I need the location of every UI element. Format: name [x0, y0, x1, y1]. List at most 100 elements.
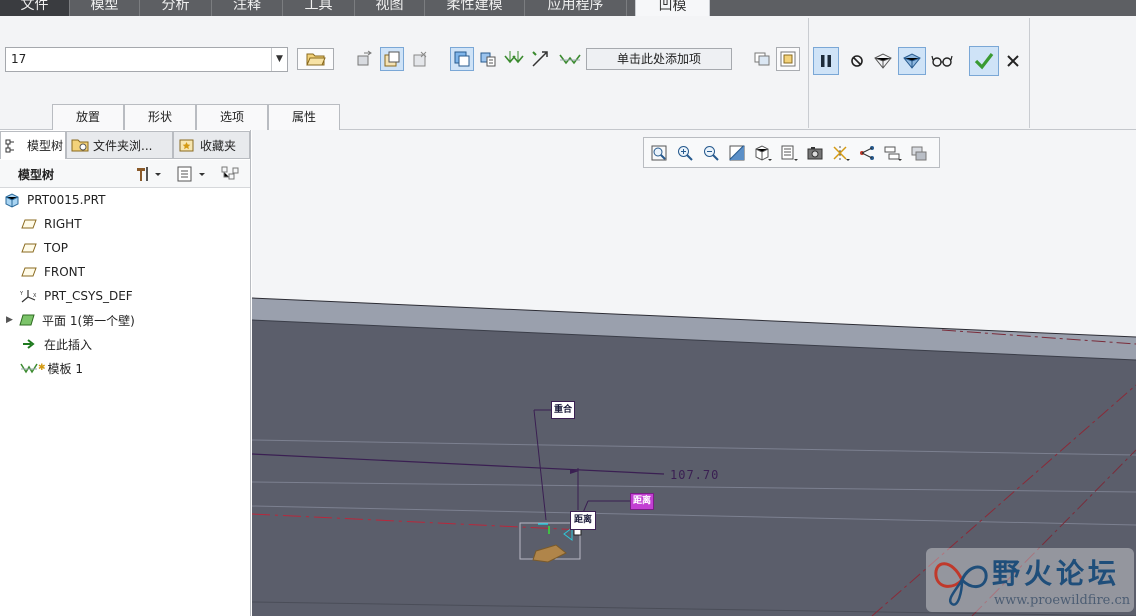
tree-item-label: 在此插入 — [44, 337, 93, 352]
tree-item-label: FRONT — [44, 265, 85, 279]
toolbar-divider — [808, 18, 809, 128]
no-preview-button[interactable] — [845, 49, 869, 73]
calculation-button[interactable] — [476, 47, 500, 71]
butterfly-logo-icon — [934, 562, 988, 606]
tree-item-right[interactable]: RIGHT — [0, 213, 250, 235]
tree-item-front[interactable]: FRONT — [0, 261, 250, 283]
zoom-out-button[interactable] — [700, 142, 722, 164]
pause-button[interactable] — [813, 47, 839, 75]
saved-views-icon — [755, 145, 772, 161]
tree-filter-button[interactable] — [218, 162, 242, 186]
model-canvas[interactable]: 107.70 — [252, 130, 1136, 616]
tree-item-top[interactable]: TOP — [0, 237, 250, 259]
tree-item-label: PRT_CSYS_DEF — [44, 289, 133, 303]
toolbar-divider — [1029, 18, 1030, 128]
in-graphics-toolbar — [643, 137, 940, 168]
tab-model-tree[interactable]: 模型树 — [0, 131, 66, 159]
extrude-direction-button[interactable] — [502, 47, 526, 71]
tree-item-csys[interactable]: Y X PRT_CSYS_DEF — [0, 285, 250, 307]
subtab-placement[interactable]: 放置 — [52, 104, 124, 130]
tree-item-label: TOP — [44, 241, 69, 255]
display-style-button[interactable] — [908, 142, 930, 164]
model-tree-icon — [5, 139, 14, 152]
punch-model-button[interactable] — [408, 47, 432, 71]
reference-dropdown[interactable]: 17 ▼ — [5, 47, 288, 72]
subtab-shape[interactable]: 形状 — [124, 104, 196, 130]
tab-favorites[interactable]: 收藏夹 — [173, 131, 250, 159]
refit-icon — [651, 145, 667, 161]
tab-view[interactable]: 视图 — [355, 0, 425, 16]
svg-text:X: X — [33, 293, 37, 299]
constraint-tag-coincident[interactable]: 重合 — [551, 401, 575, 419]
tab-file[interactable]: 文件 — [0, 0, 70, 16]
show-dropdown-button[interactable] — [172, 162, 210, 186]
annotation-display-button[interactable] — [856, 142, 878, 164]
zoom-in-button[interactable] — [674, 142, 696, 164]
tab-annotate[interactable]: 注释 — [212, 0, 283, 16]
constraint-tag-distance-active[interactable]: 距离 — [630, 493, 654, 510]
sheetmetal-wall-icon — [18, 312, 36, 328]
tab-model[interactable]: 模型 — [70, 0, 140, 16]
cancel-button[interactable] — [1001, 49, 1025, 73]
reference-value: 17 — [11, 52, 27, 66]
constraint-tag-distance[interactable]: 距离 — [570, 511, 596, 530]
tab-flexible-modeling[interactable]: 柔性建模 — [425, 0, 525, 16]
mesh-preview-icon — [874, 53, 892, 69]
tab-die-form[interactable]: 凹模 — [635, 0, 710, 16]
open-file-button[interactable] — [297, 48, 334, 70]
subtab-properties[interactable]: 属性 — [268, 104, 340, 130]
model-tree-header: 模型树 — [0, 160, 250, 188]
tab-analysis[interactable]: 分析 — [140, 0, 212, 16]
tree-item-insert-here[interactable]: 在此插入 — [0, 333, 250, 355]
preview-2d-button[interactable] — [750, 47, 774, 71]
spin-center-button[interactable] — [882, 142, 904, 164]
saved-orientations-button[interactable] — [752, 142, 774, 164]
tab-tools[interactable]: 工具 — [283, 0, 355, 16]
tree-item-label: 平面 1(第一个壁) — [42, 313, 135, 328]
preview-shaded-button[interactable] — [898, 47, 926, 75]
tree-item-planar-wall[interactable]: ▶ 平面 1(第一个壁) — [0, 309, 250, 331]
verify-preview-button[interactable] — [930, 49, 954, 73]
repaint-button[interactable] — [726, 142, 748, 164]
subtab-options[interactable]: 选项 — [196, 104, 268, 130]
annotation-display-icon — [860, 146, 874, 160]
tree-item-part[interactable]: PRT0015.PRT — [0, 189, 250, 211]
pause-icon — [821, 55, 831, 67]
flip-direction-icon — [357, 50, 372, 66]
datum-display-icon — [833, 146, 850, 161]
repaint-icon — [729, 145, 745, 161]
ok-button[interactable] — [969, 46, 999, 76]
view-manager-button[interactable] — [778, 142, 800, 164]
datum-display-button[interactable] — [830, 142, 852, 164]
zoom-in-icon — [678, 146, 693, 161]
extrude-arrows-icon — [504, 51, 524, 64]
settings-dropdown-button[interactable] — [130, 162, 166, 186]
add-item-field[interactable]: 单击此处添加项 — [586, 48, 732, 70]
tab-folder-browser[interactable]: 文件夹浏... — [66, 131, 173, 159]
refit-button[interactable] — [648, 142, 670, 164]
flip-side-button[interactable] — [528, 47, 552, 71]
perspective-view-button[interactable] — [804, 142, 826, 164]
interface-button[interactable] — [450, 47, 474, 71]
reference-model-button[interactable] — [380, 47, 404, 71]
expand-arrow-icon[interactable]: ▶ — [6, 315, 18, 325]
dimension-value[interactable]: 107.70 — [670, 468, 719, 482]
flip-direction-button[interactable] — [352, 47, 376, 71]
camera-icon — [807, 147, 823, 160]
preview-3d-button[interactable] — [776, 47, 800, 71]
svg-text:Y: Y — [20, 291, 24, 297]
close-icon — [1007, 55, 1019, 67]
folder-browser-icon — [71, 139, 89, 152]
preview-mesh-button[interactable] — [871, 49, 895, 73]
window-icon — [754, 52, 770, 66]
no-preview-icon — [851, 55, 863, 67]
datum-plane-icon — [20, 264, 38, 280]
navigator-panel: 模型树 文件夹浏... 收藏夹 模型树 PRT0015.PRT RIGHT TO… — [0, 130, 251, 616]
graphics-window[interactable]: 107.70 重合 距离 距离 野火论坛 www.proewildfire.cn — [252, 130, 1136, 616]
seed-surface-button[interactable] — [558, 47, 582, 71]
tab-applications[interactable]: 应用程序 — [525, 0, 627, 16]
tab-folder-browser-label: 文件夹浏... — [93, 138, 153, 153]
new-feature-star-icon: ✱ — [38, 363, 46, 373]
chevron-down-icon[interactable]: ▼ — [271, 48, 287, 71]
tree-item-die-form[interactable]: ✱ 模板 1 — [0, 357, 250, 379]
